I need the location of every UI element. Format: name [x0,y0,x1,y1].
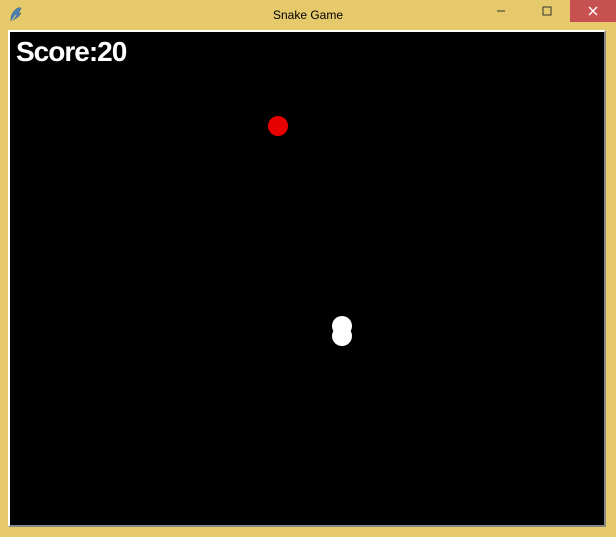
minimize-button[interactable] [478,0,524,22]
window-title: Snake Game [273,8,343,22]
maximize-button[interactable] [524,0,570,22]
score-value: 20 [97,36,126,67]
score-display: Score:20 [16,36,126,68]
game-canvas[interactable]: Score:20 [10,32,604,525]
close-button[interactable] [570,0,616,22]
window-controls [478,0,616,22]
snake-segment [332,326,352,346]
food-dot [268,116,288,136]
game-frame: Score:20 [8,30,606,527]
titlebar[interactable]: Snake Game [0,0,616,30]
score-label: Score: [16,36,97,67]
tk-feather-icon [8,7,24,23]
